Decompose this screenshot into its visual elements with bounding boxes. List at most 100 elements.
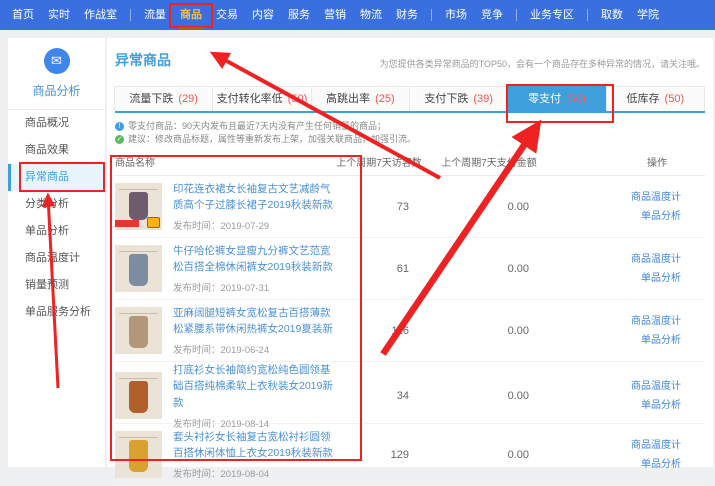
col-header-amount: 上个周期7天支付金额 — [425, 154, 553, 169]
nav-item[interactable]: 财务 — [389, 0, 425, 30]
garment-shape — [129, 381, 148, 413]
notice-text: 建议：修改商品标题，属性等重新发布上架，加强关联商品，加强引流。 — [128, 133, 416, 146]
nav-item[interactable]: 竞争 — [474, 0, 510, 30]
product-image[interactable] — [115, 245, 162, 292]
col-header-product: 商品名称 — [115, 154, 333, 169]
notice-line: ! 零支付商品：90天内发布且最近7天内没有产生任何销量的商品； — [115, 120, 705, 133]
nav-item[interactable]: 内容 — [245, 0, 281, 30]
actions-cell: 商品温度计 单品分析 — [553, 377, 705, 415]
product-image[interactable] — [115, 307, 162, 354]
tab-count: (25) — [375, 93, 395, 105]
page-title: 异常商品 — [115, 50, 171, 70]
product-name-link[interactable]: 套头衬衫女长袖复古宽松衬衫圆领百搭休闲体恤上衣女2019秋装新款 — [173, 429, 333, 462]
nav-item[interactable]: 实时 — [41, 0, 77, 30]
table-header: 商品名称 上个周期7天访客数 上个周期7天支付金额 操作 — [115, 154, 705, 176]
product-name-link[interactable]: 打底衫女长袖简约宽松纯色圆领基础百搭纯棉柔软上衣秋装女2019新款 — [173, 362, 333, 411]
tab[interactable]: 支付下跌 (39) — [409, 86, 508, 111]
product-name-link[interactable]: 亚麻阔腿短裤女宽松复古百搭薄款松紧腰系带休闲热裤女2019夏装新 — [173, 305, 333, 338]
content-area: ✉ 商品分析 商品概况 商品效果 异常商品 分类分析 单品分析 商品温度计 销量… — [0, 30, 715, 467]
nav-divider — [431, 9, 432, 21]
sidebar-item[interactable]: 商品温度计 — [8, 245, 105, 272]
table-row: 套头衬衫女长袖复古宽松衬衫圆领百搭休闲体恤上衣女2019秋装新款 发布时间：20… — [115, 424, 705, 486]
product-info: 亚麻阔腿短裤女宽松复古百搭薄款松紧腰系带休闲热裤女2019夏装新 发布时间：20… — [173, 305, 333, 357]
visitors-value: 61 — [333, 263, 425, 275]
tab[interactable]: 支付转化率低 (50) — [212, 86, 311, 111]
publish-date: 发布时间：2019-07-31 — [173, 280, 333, 294]
visitors-value: 129 — [333, 449, 425, 461]
tab-label: 支付下跌 — [424, 93, 468, 105]
visitors-value: 116 — [333, 325, 425, 337]
sidebar-item[interactable]: 单品分析 — [8, 218, 105, 245]
action-link-temperature[interactable]: 商品温度计 — [553, 377, 681, 396]
action-link-temperature[interactable]: 商品温度计 — [553, 188, 681, 207]
amount-value: 0.00 — [425, 325, 553, 337]
nav-item[interactable]: 流量 — [137, 0, 173, 30]
sidebar-header: ✉ 商品分析 — [8, 38, 105, 110]
action-link-temperature[interactable]: 商品温度计 — [553, 250, 681, 269]
sidebar-title: 商品分析 — [8, 82, 105, 99]
nav-item[interactable]: 物流 — [353, 0, 389, 30]
product-image[interactable] — [115, 431, 162, 478]
tab[interactable]: 流量下跌 (29) — [114, 86, 213, 111]
product-cell: 套头衬衫女长袖复古宽松衬衫圆领百搭休闲体恤上衣女2019秋装新款 发布时间：20… — [115, 429, 333, 481]
nav-divider — [516, 9, 517, 21]
tab[interactable]: 零支付 (50) — [507, 86, 606, 111]
action-link-temperature[interactable]: 商品温度计 — [553, 312, 681, 331]
table-body: 印花连衣裙女长袖复古文艺减龄气质高个子过膝长裙子2019秋装新款 发布时间：20… — [115, 176, 705, 486]
nav-item[interactable]: 作战室 — [77, 0, 124, 30]
action-link-analysis[interactable]: 单品分析 — [553, 396, 681, 415]
sidebar-item[interactable]: 销量预测 — [8, 272, 105, 299]
top-nav-bar: 首页 实时 作战室 流量 商品 交易 内容 服务 营销 物流 财务 市场 竞争 … — [0, 0, 715, 30]
main-panel: 异常商品 为您提供各类异常商品的TOP50，会有一个商品存在多种异常的情况，请关… — [107, 38, 713, 467]
action-link-analysis[interactable]: 单品分析 — [553, 207, 681, 226]
action-link-analysis[interactable]: 单品分析 — [553, 455, 681, 474]
garment-shape — [129, 192, 148, 220]
nav-item[interactable]: 首页 — [5, 0, 41, 30]
tab-label: 高跳出率 — [326, 93, 370, 105]
product-name-link[interactable]: 牛仔哈伦裤女显瘦九分裤文艺范宽松百搭全棉休闲裤女2019秋装新款 — [173, 243, 333, 276]
publish-date: 发布时间：2019-08-14 — [173, 416, 333, 430]
action-link-temperature[interactable]: 商品温度计 — [553, 436, 681, 455]
product-image[interactable] — [115, 372, 162, 419]
notice-icon: ✓ — [115, 135, 124, 144]
sidebar-item[interactable]: 商品效果 — [8, 137, 105, 164]
product-name-link[interactable]: 印花连衣裙女长袖复古文艺减龄气质高个子过膝长裙子2019秋装新款 — [173, 181, 333, 214]
product-info: 牛仔哈伦裤女显瘦九分裤文艺范宽松百搭全棉休闲裤女2019秋装新款 发布时间：20… — [173, 243, 333, 295]
tab-count: (50) — [288, 93, 308, 105]
actions-cell: 商品温度计 单品分析 — [553, 436, 705, 474]
sidebar-item[interactable]: 单品服务分析 — [8, 299, 105, 326]
promo-badge-icon — [147, 217, 160, 228]
actions-cell: 商品温度计 单品分析 — [553, 312, 705, 350]
nav-item[interactable]: 营销 — [317, 0, 353, 30]
garment-shape — [129, 440, 148, 472]
tab-count: (50) — [566, 93, 586, 105]
nav-item[interactable]: 学院 — [630, 0, 666, 30]
sidebar-item[interactable]: 分类分析 — [8, 191, 105, 218]
nav-item[interactable]: 商品 — [173, 0, 209, 30]
table-row: 牛仔哈伦裤女显瘦九分裤文艺范宽松百搭全棉休闲裤女2019秋装新款 发布时间：20… — [115, 238, 705, 300]
tab[interactable]: 高跳出率 (25) — [311, 86, 410, 111]
product-cell: 打底衫女长袖简约宽松纯色圆领基础百搭纯棉柔软上衣秋装女2019新款 发布时间：2… — [115, 362, 333, 430]
garment-shape — [129, 316, 148, 348]
product-image[interactable] — [115, 183, 162, 230]
nav-item[interactable]: 服务 — [281, 0, 317, 30]
tab-count: (50) — [665, 93, 685, 105]
action-link-analysis[interactable]: 单品分析 — [553, 331, 681, 350]
action-link-analysis[interactable]: 单品分析 — [553, 269, 681, 288]
sidebar-item[interactable]: 商品概况 — [8, 110, 105, 137]
nav-item[interactable]: 业务专区 — [523, 0, 581, 30]
table-row: 亚麻阔腿短裤女宽松复古百搭薄款松紧腰系带休闲热裤女2019夏装新 发布时间：20… — [115, 300, 705, 362]
nav-item[interactable]: 市场 — [438, 0, 474, 30]
nav-divider — [130, 9, 131, 21]
tab[interactable]: 低库存 (50) — [606, 86, 705, 111]
publish-date: 发布时间：2019-07-29 — [173, 218, 333, 232]
nav-item[interactable]: 交易 — [209, 0, 245, 30]
sidebar: ✉ 商品分析 商品概况 商品效果 异常商品 分类分析 单品分析 商品温度计 销量… — [8, 38, 105, 467]
notice-icon: ! — [115, 122, 124, 131]
nav-item[interactable]: 取数 — [594, 0, 630, 30]
table-row: 印花连衣裙女长袖复古文艺减龄气质高个子过膝长裙子2019秋装新款 发布时间：20… — [115, 176, 705, 238]
page-note: 为您提供各类异常商品的TOP50，会有一个商品存在多种异常的情况，请关注哦。 — [380, 57, 705, 70]
visitors-value: 73 — [333, 201, 425, 213]
table-row: 打底衫女长袖简约宽松纯色圆领基础百搭纯棉柔软上衣秋装女2019新款 发布时间：2… — [115, 362, 705, 424]
sidebar-item[interactable]: 异常商品 — [8, 164, 105, 191]
